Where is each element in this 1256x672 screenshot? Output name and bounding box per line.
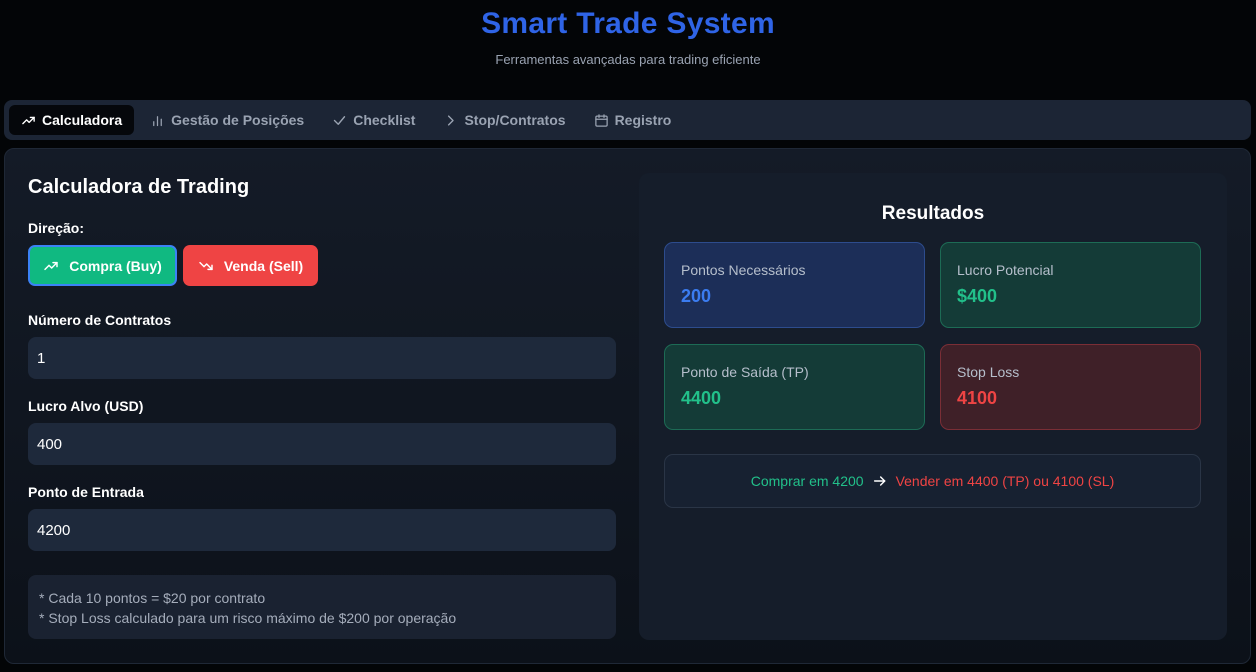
- stop-loss-value: 4100: [957, 388, 998, 408]
- app-title: Smart Trade System: [481, 7, 775, 40]
- target-label: Lucro Alvo (USD): [28, 398, 144, 414]
- calculator-title: Calculadora de Trading: [28, 176, 250, 198]
- trending-up-icon: [44, 261, 58, 270]
- tab-bar: Calculadora Gestão de Posições Checklist…: [4, 100, 1251, 140]
- entry-label: Ponto de Entrada: [28, 484, 144, 500]
- direction-label: Direção:: [28, 220, 85, 236]
- summary-buy: Comprar em 4200: [750, 473, 864, 489]
- tab-checklist[interactable]: Checklist: [320, 105, 427, 135]
- calendar-icon: [594, 113, 608, 127]
- trending-up-icon: [22, 116, 35, 124]
- target-profit-input[interactable]: 400: [28, 423, 616, 465]
- entry-point-input[interactable]: 4200: [28, 509, 616, 551]
- contracts-label: Número de Contratos: [28, 312, 172, 328]
- exit-value: 4400: [681, 388, 722, 408]
- chevron-right-icon: [448, 114, 455, 126]
- note-points: * Cada 10 pontos = $20 por contrato: [39, 590, 266, 606]
- points-label: Pontos Necessários: [681, 262, 806, 278]
- sell-button[interactable]: Venda (Sell): [183, 245, 318, 286]
- contracts-input[interactable]: 1: [28, 337, 616, 379]
- points-card: Pontos Necessários 200: [664, 242, 925, 328]
- profit-label: Lucro Potencial: [957, 262, 1054, 278]
- tab-calculadora[interactable]: Calculadora: [9, 105, 135, 135]
- main-card: Calculadora de Trading Direção: Compra (…: [4, 148, 1251, 664]
- tab-stop-contratos[interactable]: Stop/Contratos: [431, 105, 577, 135]
- sell-label: Venda (Sell): [223, 257, 304, 274]
- exit-card: Ponto de Saída (TP) 4400: [664, 344, 925, 430]
- results-title: Resultados: [881, 203, 985, 224]
- notes-box: * Cada 10 pontos = $20 por contrato * St…: [28, 575, 616, 639]
- results-panel: Resultados Pontos Necessários 200 Lucro …: [639, 173, 1227, 640]
- tab-label: Registro: [614, 112, 672, 128]
- trade-summary: Comprar em 4200 Vender em 4400 (TP) ou 4…: [664, 454, 1201, 508]
- tab-label: Checklist: [353, 112, 416, 128]
- buy-button[interactable]: Compra (Buy): [28, 245, 177, 286]
- bar-chart-icon: [153, 115, 163, 126]
- points-value: 200: [681, 286, 712, 306]
- exit-label: Ponto de Saída (TP): [681, 364, 809, 380]
- tab-label: Calculadora: [42, 112, 123, 128]
- tab-label: Stop/Contratos: [464, 112, 566, 128]
- check-icon: [334, 115, 346, 125]
- tab-registro[interactable]: Registro: [582, 105, 684, 135]
- stop-loss-card: Stop Loss 4100: [940, 344, 1201, 430]
- profit-value: $400: [957, 286, 998, 306]
- arrow-right-icon: [873, 476, 885, 486]
- trending-down-icon: [199, 261, 213, 270]
- tab-label: Gestão de Posições: [171, 112, 305, 128]
- profit-card: Lucro Potencial $400: [940, 242, 1201, 328]
- note-stop-loss: * Stop Loss calculado para um risco máxi…: [39, 610, 457, 626]
- buy-label: Compra (Buy): [69, 257, 162, 274]
- summary-sell: Vender em 4400 (TP) ou 4100 (SL): [895, 473, 1115, 489]
- app-header: Smart Trade System Ferramentas avançadas…: [0, 0, 1256, 67]
- stop-loss-label: Stop Loss: [957, 364, 1020, 380]
- tab-gestao-posicoes[interactable]: Gestão de Posições: [138, 105, 316, 135]
- app-subtitle: Ferramentas avançadas para trading efici…: [495, 52, 761, 67]
